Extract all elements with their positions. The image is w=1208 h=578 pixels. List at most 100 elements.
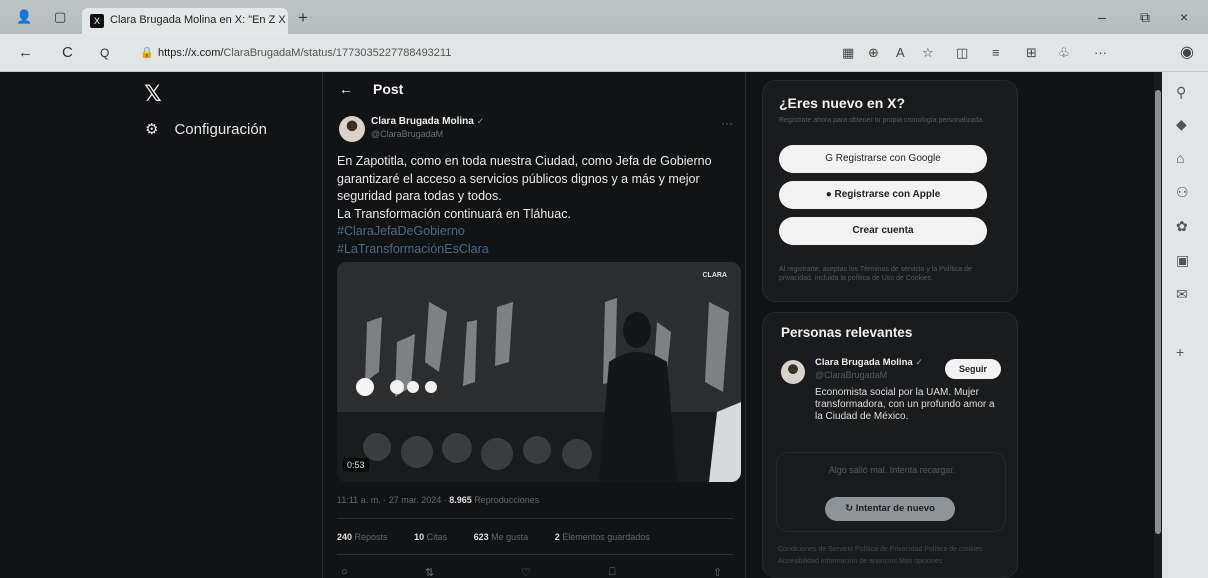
likes-stat[interactable]: 623 Me gusta — [474, 532, 541, 542]
url-field[interactable]: 🔒 https://x.com/ClaraBrugadaM/status/177… — [140, 43, 830, 65]
views-label: Reproducciones — [471, 495, 540, 505]
retry-label: Intentar de nuevo — [855, 503, 935, 514]
hashtag-link[interactable]: #ClaraJefaDeGobierno — [337, 223, 732, 241]
create-account-button[interactable]: Crear cuenta — [779, 217, 987, 245]
relevant-bio: Economista social por la UAM. Mujer tran… — [815, 387, 995, 422]
page-scrollbar[interactable] — [1154, 72, 1162, 578]
video-duration: 0:53 — [343, 458, 369, 472]
google-icon: G — [825, 153, 833, 164]
likes-count: 623 — [473, 532, 489, 542]
office-icon[interactable]: ▣ — [1176, 252, 1189, 269]
reader-icon[interactable]: ▦ — [842, 45, 854, 61]
outlook-icon[interactable]: ✉ — [1176, 286, 1188, 303]
verified-icon: ✓ — [476, 116, 485, 126]
hashtag-link[interactable]: #LaTransformaciónEsClara — [337, 241, 732, 259]
retry-button[interactable]: ↻ Intentar de nuevo — [825, 497, 955, 521]
split-icon[interactable]: ◫ — [956, 45, 968, 61]
apple-signup-button[interactable]: ● Registrarse con Apple — [779, 181, 987, 209]
refresh-icon: ↻ — [845, 503, 854, 514]
reply-icon[interactable]: ○ — [341, 566, 348, 578]
collections-icon[interactable]: ⊞ — [1026, 45, 1037, 61]
reload-button[interactable]: C — [62, 44, 73, 61]
games-icon[interactable]: ✿ — [1176, 218, 1188, 235]
search-sidebar-icon[interactable]: ⚲ — [1176, 84, 1186, 101]
close-window-button[interactable]: × — [1180, 9, 1188, 25]
favorite-icon[interactable]: ☆ — [922, 45, 934, 61]
relevant-name-text: Clara Brugada Molina — [815, 357, 913, 368]
reposts-count: 240 — [337, 532, 353, 542]
shopping-icon[interactable]: ◆ — [1176, 116, 1187, 133]
post-actions: ○ ⇅ ♡ ⎕ ⇧ — [341, 566, 731, 578]
address-bar-row: ← C Q 🔒 https://x.com/ClaraBrugadaM/stat… — [0, 34, 1208, 72]
copilot-icon[interactable]: ◉ — [1180, 42, 1194, 62]
signup-subtitle: Regístrate ahora para obtener tu propia … — [779, 117, 985, 124]
signup-panel: ¿Eres nuevo en X? Regístrate ahora para … — [762, 80, 1018, 302]
reposts-stat[interactable]: 240 Reposts — [337, 532, 400, 542]
bookmark-icon[interactable]: ⎕ — [609, 566, 616, 578]
signup-title: ¿Eres nuevo en X? — [779, 95, 906, 111]
post-stats: 240 Reposts 10 Citas 623 Me gusta 2 Elem… — [337, 532, 674, 542]
restore-button[interactable]: ⧉ — [1140, 9, 1150, 26]
post-header: ← Post — [339, 81, 403, 97]
settings-link[interactable]: ⚙ Configuración — [145, 120, 267, 138]
zoom-icon[interactable]: ⊕ — [868, 45, 879, 61]
footer-links[interactable]: Condiciones de Servicio Política de Priv… — [778, 544, 1008, 568]
add-sidebar-icon[interactable]: + — [1176, 344, 1184, 360]
avatar[interactable] — [781, 360, 805, 384]
author-handle[interactable]: @ClaraBrugadaM — [371, 129, 443, 139]
url-host: https://x.com/ — [158, 47, 224, 59]
settings-label: Configuración — [174, 121, 268, 138]
back-button[interactable]: ← — [18, 44, 33, 61]
new-tab-button[interactable]: + — [298, 8, 308, 28]
share-icon[interactable]: ⇧ — [713, 566, 722, 578]
like-icon[interactable]: ♡ — [521, 566, 531, 578]
relevant-handle[interactable]: @ClaraBrugadaM — [815, 370, 887, 380]
post-timestamp[interactable]: 11:11 a. m. · 27 mar. 2024 · — [337, 495, 449, 505]
views-count: 8.965 — [449, 495, 472, 505]
author-name-text: Clara Brugada Molina — [371, 116, 474, 127]
tab-title: Clara Brugada Molina en X: "En Z X — [110, 14, 286, 26]
extensions-icon[interactable]: ♧ — [1058, 45, 1070, 61]
favorites-list-icon[interactable]: ≡ — [992, 45, 1000, 60]
people-icon[interactable]: ⚇ — [1176, 184, 1189, 201]
bookmarks-count: 2 — [554, 532, 560, 542]
minimize-button[interactable]: – — [1098, 9, 1106, 25]
likes-label: Me gusta — [488, 532, 529, 542]
browser-tab[interactable]: X Clara Brugada Molina en X: "En Z X — [82, 8, 288, 34]
quotes-count: 10 — [414, 532, 425, 542]
divider — [337, 554, 733, 555]
tools-icon[interactable]: ⌂ — [1176, 150, 1184, 166]
author-name[interactable]: Clara Brugada Molina ✓ — [371, 116, 484, 127]
follow-button[interactable]: Seguir — [945, 359, 1001, 379]
post-header-title: Post — [373, 81, 404, 97]
bookmarks-label: Elementos guardados — [559, 532, 650, 542]
repost-icon[interactable]: ⇅ — [425, 566, 434, 578]
bookmarks-stat[interactable]: 2 Elementos guardados — [555, 532, 662, 542]
quotes-stat[interactable]: 10 Citas — [414, 532, 459, 542]
read-aloud-icon[interactable]: A — [896, 45, 905, 60]
google-signup-label: Registrarse con Google — [835, 153, 941, 164]
browser-tab-bar: 👤 ▢ X Clara Brugada Molina en X: "En Z X… — [0, 0, 1208, 34]
url-path: ClaraBrugadaM/status/1773035227788493211 — [223, 47, 452, 59]
x-favicon-icon: X — [90, 14, 104, 28]
avatar[interactable] — [339, 116, 365, 142]
video-brand-logo: CLARA — [702, 272, 728, 279]
video-player[interactable]: CLARA 0:53 — [337, 262, 741, 482]
more-icon[interactable]: ··· — [1094, 45, 1107, 60]
gear-icon: ⚙ — [145, 121, 159, 138]
relevant-title: Personas relevantes — [781, 325, 913, 340]
scrollbar-thumb[interactable] — [1155, 90, 1161, 534]
divider — [337, 518, 733, 519]
tab-actions-icon[interactable]: ▢ — [54, 9, 66, 25]
post-text: En Zapotitla, como en toda nuestra Ciuda… — [337, 153, 732, 258]
google-signup-button[interactable]: G Registrarse con Google — [779, 145, 987, 173]
profile-icon[interactable]: 👤 — [16, 9, 32, 25]
back-arrow-icon[interactable]: ← — [339, 81, 353, 97]
search-icon[interactable]: Q — [100, 46, 109, 60]
video-frame — [337, 262, 741, 482]
apple-icon: ● — [825, 189, 832, 200]
relevant-name[interactable]: Clara Brugada Molina ✓ — [815, 357, 923, 368]
verified-icon: ✓ — [915, 357, 923, 367]
more-options-icon[interactable]: ··· — [721, 116, 733, 130]
x-logo-icon[interactable]: 𝕏 — [144, 81, 162, 107]
